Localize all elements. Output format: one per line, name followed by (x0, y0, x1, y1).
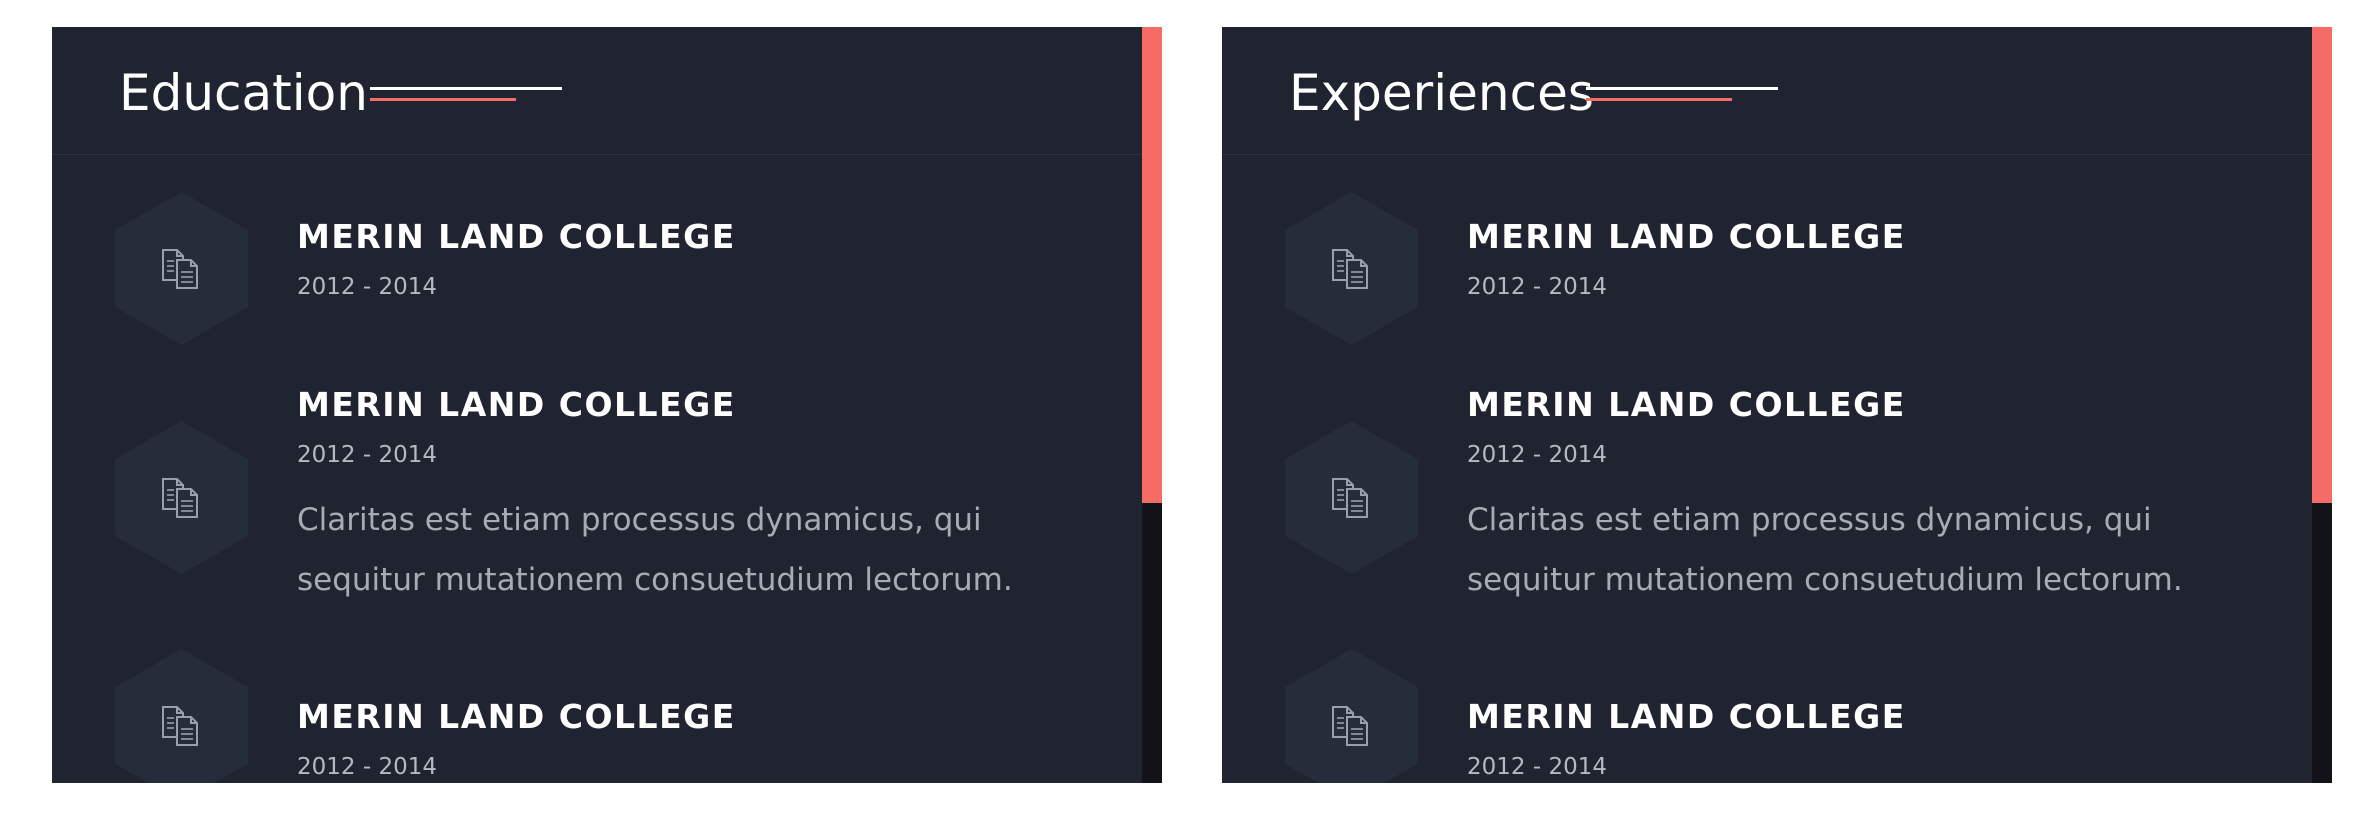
title-underline-decoration (1586, 87, 1778, 101)
education-scrollbar[interactable] (1142, 27, 1162, 783)
entry-title: MERIN LAND COLLEGE (297, 385, 736, 424)
underline-accent (370, 98, 516, 101)
document-copy-icon (1332, 478, 1368, 518)
entry-title: MERIN LAND COLLEGE (1467, 217, 1906, 256)
entry-date: 2012 - 2014 (297, 442, 437, 468)
hexagon-badge (1285, 421, 1418, 574)
hexagon-badge (115, 192, 248, 345)
underline-white (370, 87, 562, 90)
document-copy-icon (162, 249, 198, 289)
hexagon-badge (115, 649, 248, 783)
education-header: Education (52, 27, 1142, 155)
experiences-panel: Experiences MERIN LAND COLLEGE 2012 - 20… (1222, 27, 2332, 783)
entry-title: MERIN LAND COLLEGE (297, 697, 736, 736)
entry-title: MERIN LAND COLLEGE (1467, 385, 1906, 424)
entry-description: Claritas est etiam processus dynamicus, … (297, 502, 1013, 598)
experiences-header: Experiences (1222, 27, 2312, 155)
underline-accent (1586, 98, 1732, 101)
underline-white (1586, 87, 1778, 90)
document-copy-icon (162, 706, 198, 746)
hexagon-badge (1285, 649, 1418, 783)
hexagon-badge (1285, 192, 1418, 345)
experiences-scrollbar[interactable] (2312, 27, 2332, 783)
scrollbar-thumb[interactable] (2312, 27, 2332, 503)
document-copy-icon (1332, 249, 1368, 289)
experiences-title: Experiences (1289, 64, 1594, 122)
title-underline-decoration (370, 87, 562, 101)
entry-date: 2012 - 2014 (1467, 754, 1607, 780)
document-copy-icon (1332, 706, 1368, 746)
entry-date: 2012 - 2014 (297, 754, 437, 780)
document-copy-icon (162, 478, 198, 518)
education-panel: Education MERIN LAND COLLEGE 2012 - 2014… (52, 27, 1162, 783)
entry-date: 2012 - 2014 (1467, 274, 1607, 300)
hexagon-badge (115, 421, 248, 574)
entry-date: 2012 - 2014 (297, 274, 437, 300)
entry-title: MERIN LAND COLLEGE (1467, 697, 1906, 736)
education-title: Education (119, 64, 368, 122)
entry-title: MERIN LAND COLLEGE (297, 217, 736, 256)
entry-description: Claritas est etiam processus dynamicus, … (1467, 502, 2183, 598)
entry-date: 2012 - 2014 (1467, 442, 1607, 468)
scrollbar-thumb[interactable] (1142, 27, 1162, 503)
